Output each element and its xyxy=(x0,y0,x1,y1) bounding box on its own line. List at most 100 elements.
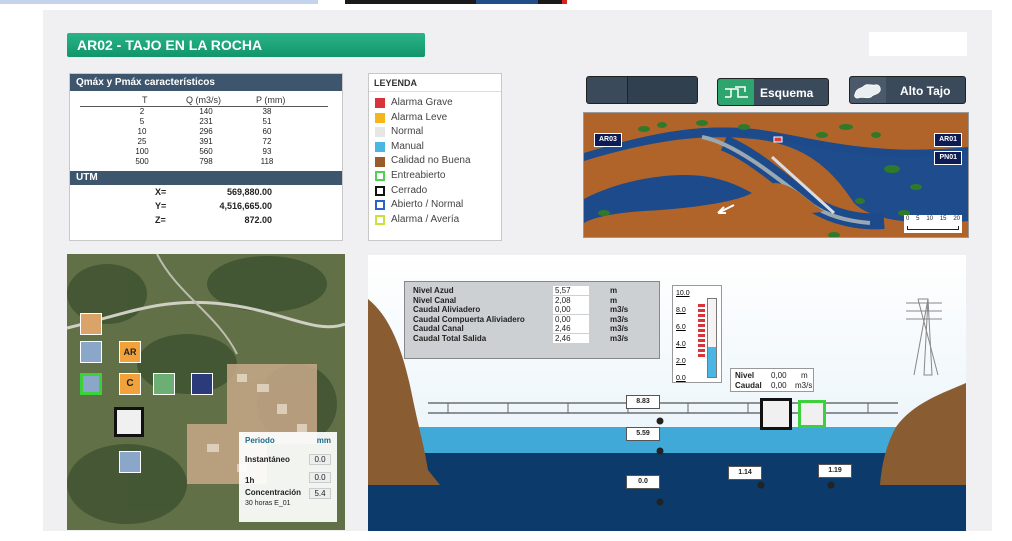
measurement-label: Caudal Canal xyxy=(413,324,464,333)
legend-swatch xyxy=(375,112,385,123)
legend-swatch xyxy=(375,200,385,211)
measurement-label: Caudal Total Salida xyxy=(413,333,487,343)
utm-row: X= 569,880.00 xyxy=(70,185,342,199)
measurement-label: Caudal Aliviadero xyxy=(413,305,481,314)
scale-label: 20 xyxy=(953,216,960,222)
map-scale-bar: 0 5 10 15 20 xyxy=(904,215,962,233)
legend-item: Cerrado xyxy=(375,184,495,199)
cell-q: 560 xyxy=(199,147,213,156)
periodo-unit: mm xyxy=(316,436,331,445)
cell-t: 2 xyxy=(139,107,145,116)
measurement-unit: m3/s xyxy=(610,314,629,324)
pump-icon[interactable] xyxy=(191,373,213,395)
legend-item: Manual xyxy=(375,140,495,155)
measurement-row: Caudal Compuerta Aliviadero 0,00 m3/s xyxy=(405,314,659,325)
level-box-canal: 5.59 xyxy=(626,427,660,441)
landscape-icon[interactable] xyxy=(80,313,102,335)
measurement-table: Nivel Azud 5,57 m Nivel Canal 2,08 m Caudal Al… xyxy=(404,281,660,359)
scale-label: 0 xyxy=(906,216,910,222)
qmax-table-row: 25 391 72 xyxy=(70,137,342,147)
col-q-header: Q (m3/s) xyxy=(186,95,221,105)
utm-title: UTM xyxy=(70,171,342,185)
utm-key: Y= xyxy=(155,201,167,211)
gauge-fill xyxy=(708,347,716,377)
channel-readout: Nivel 0,00 m Caudal 0,00 m3/s xyxy=(730,368,814,392)
map-tag-ar01[interactable]: AR01 xyxy=(934,133,962,147)
legend-title: LEYENDA xyxy=(369,74,501,92)
utm-row: Y= 4,516,665.00 xyxy=(70,199,342,213)
gate-closed-scheme-icon[interactable] xyxy=(760,398,792,430)
cell-p: 93 xyxy=(262,147,272,156)
legend-item: Calidad no Buena xyxy=(375,154,495,169)
gate-partial-scheme-icon[interactable] xyxy=(798,400,826,428)
level-box-azud: 8.83 xyxy=(626,395,660,409)
utm-value: 872.00 xyxy=(244,215,272,225)
canal-icon[interactable] xyxy=(153,373,175,395)
cell-p: 118 xyxy=(260,157,274,166)
legend-label: Cerrado xyxy=(391,184,428,196)
cell-p: 72 xyxy=(262,137,272,146)
measurement-row: Caudal Canal 2,46 m3/s xyxy=(405,324,659,334)
utm-value: 4,516,665.00 xyxy=(219,201,272,211)
measurement-row: Caudal Aliviadero 0,00 m3/s xyxy=(405,305,659,315)
instantaneo-label: Instantáneo xyxy=(245,455,290,464)
legend-label: Manual xyxy=(391,140,424,152)
concentracion-sublabel: 30 horas E_01 xyxy=(245,500,291,507)
gauge-station-icon[interactable] xyxy=(80,341,102,363)
gate-closed-icon[interactable] xyxy=(114,407,144,437)
esquema-label: Esquema xyxy=(760,86,814,100)
alto-tajo-label: Alto Tajo xyxy=(900,84,951,98)
blank-nav-button[interactable] xyxy=(586,76,698,104)
alto-tajo-button[interactable]: Alto Tajo xyxy=(849,76,966,104)
qmax-pmax-table: Qmáx y Pmáx característicos T Q (m3/s) P… xyxy=(69,73,343,241)
measurement-label: Nivel Azud xyxy=(413,286,454,295)
nivel-unit: m xyxy=(801,371,808,380)
col-p-header: P (mm) xyxy=(256,95,286,105)
cell-p: 38 xyxy=(262,107,272,116)
header-blank-field xyxy=(869,32,967,56)
cell-t: 5 xyxy=(139,117,145,126)
cell-q: 140 xyxy=(199,107,213,116)
scale-label: 10 xyxy=(926,216,933,222)
measurement-label: Nivel Canal xyxy=(413,295,457,305)
legend-label: Normal xyxy=(391,126,424,138)
gauge-bar xyxy=(707,298,717,378)
measurement-label: Caudal Compuerta Aliviadero xyxy=(413,314,525,324)
qmax-table-row: 2 140 38 xyxy=(70,107,342,117)
gauge-red-marks xyxy=(698,304,705,358)
scale-label: 15 xyxy=(939,216,947,222)
utm-key: Z= xyxy=(155,215,166,225)
legend-item: Alarma Grave xyxy=(375,96,495,111)
tab-strip-blue xyxy=(0,0,318,4)
page-title: AR02 - TAJO EN LA ROCHA xyxy=(67,33,425,57)
measurement-unit: m xyxy=(610,295,618,305)
esquema-button[interactable]: Esquema xyxy=(717,78,829,106)
gauge-tick-label: 4.0 xyxy=(676,341,686,348)
legend-label: Alarma / Avería xyxy=(391,213,460,225)
map-tag-pn01[interactable]: PN01 xyxy=(934,151,962,165)
scale-label: 5 xyxy=(916,216,920,222)
measurement-unit: m3/s xyxy=(610,305,629,314)
caudal-value: 0,00 xyxy=(771,381,787,390)
screen: AR02 - TAJO EN LA ROCHA Qmáx y Pmáx cara… xyxy=(0,0,1012,541)
scale-labels: 0 5 10 15 20 xyxy=(904,215,962,223)
map-tag-ar03[interactable]: AR03 xyxy=(594,133,622,147)
gauge-tick-label: 10.0 xyxy=(676,290,690,297)
cell-q: 391 xyxy=(199,137,213,146)
c-station-icon[interactable]: C xyxy=(119,373,141,395)
cell-t: 100 xyxy=(135,147,149,156)
level-station-icon[interactable] xyxy=(119,451,141,473)
gate-partial-icon[interactable] xyxy=(80,373,102,395)
legend-item: Normal xyxy=(375,125,495,140)
river-map[interactable]: AR03 AR01 PN01 0 5 10 15 20 xyxy=(583,112,969,238)
gauge-tick-label: 0.0 xyxy=(676,375,686,382)
ar-station-icon[interactable]: AR xyxy=(119,341,141,363)
periodo-header: Periodo xyxy=(245,436,275,445)
legend-swatch xyxy=(375,215,385,226)
aerial-photo[interactable]: AR C Periodo mm Instantáneo 0.0 1h 0.0 C… xyxy=(67,254,345,530)
concentracion-label: Concentración xyxy=(245,488,302,497)
legend-swatch xyxy=(375,171,385,182)
measurement-value: 2,46 xyxy=(553,324,589,333)
tab-strip-alert-marker xyxy=(562,0,567,4)
level-box-bottom: 0.0 xyxy=(626,475,660,489)
